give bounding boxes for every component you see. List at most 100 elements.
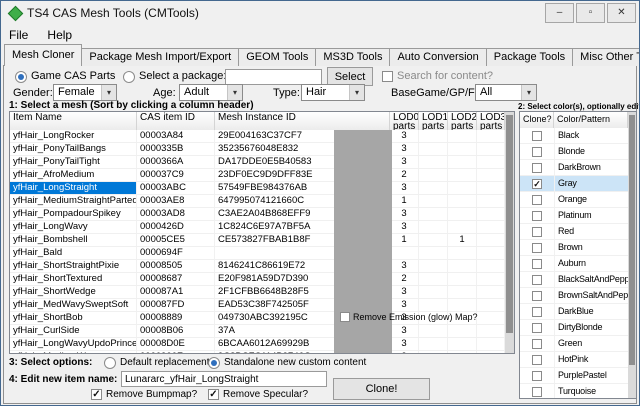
clone-checkbox[interactable] [532, 226, 542, 237]
table-row[interactable]: yfHair_PompadourSpikey 00003AD8 C3AE2A04B8… [10, 208, 505, 221]
mesh-cell [419, 208, 448, 220]
clone-checkbox[interactable] [532, 386, 542, 397]
color-row[interactable]: DarkBrown [520, 160, 628, 176]
remove-specular-checkbox[interactable] [208, 389, 219, 400]
clone-checkbox[interactable] [532, 290, 542, 301]
color-row[interactable]: Auburn [520, 256, 628, 272]
chevron-down-icon[interactable]: ▾ [349, 85, 364, 100]
close-button[interactable]: ✕ [607, 3, 636, 23]
scrollbar-thumb[interactable] [629, 115, 635, 365]
table-row[interactable]: yfHair_CurlSide 00008B06 37A 3 [10, 325, 505, 338]
remove-bumpmap-checkbox[interactable] [91, 389, 102, 400]
default-replacement-radio[interactable] [104, 357, 116, 369]
table-row[interactable]: yfHair_Bombshell 00005CE5 CE573827FBAB1B8F… [10, 234, 505, 247]
color-row[interactable]: PurplePastel [520, 368, 628, 384]
color-name: DirtyBlonde [554, 320, 628, 335]
table-row[interactable]: yfHair_Bald 0000694F [10, 247, 505, 260]
column-header-cas-item-id[interactable]: CAS item ID [137, 112, 215, 130]
table-row[interactable]: yfHair_PonyTailBangs 0000335B 35235676048E… [10, 143, 505, 156]
scrollbar-thumb[interactable] [506, 115, 513, 333]
mesh-cell: 00008889 [137, 312, 215, 324]
maximize-button[interactable]: ▫ [576, 3, 605, 23]
clone-checkbox[interactable] [532, 242, 542, 253]
clone-checkbox[interactable] [532, 306, 542, 317]
menu-help[interactable]: Help [39, 25, 80, 45]
column-header-lod2-parts[interactable]: LOD2 parts [448, 112, 477, 130]
table-row[interactable]: yfHair_LongStraight 00003ABC 57549FBE98437… [10, 182, 505, 195]
mesh-table[interactable]: Item Name CAS item ID Mesh Instance ID LOD0… [9, 111, 515, 354]
type-select[interactable]: Hair ▾ [301, 84, 365, 101]
pack-select[interactable]: All ▾ [475, 84, 537, 101]
clone-checkbox[interactable] [532, 146, 542, 157]
minimize-button[interactable]: – [545, 3, 574, 23]
color-row[interactable]: Orange [520, 192, 628, 208]
menu-file[interactable]: File [1, 25, 36, 45]
tab-auto-conversion[interactable]: Auto Conversion [389, 48, 487, 66]
clone-checkbox[interactable] [532, 274, 542, 285]
clone-checkbox[interactable] [532, 258, 542, 269]
vertical-scrollbar[interactable] [628, 112, 636, 398]
table-row[interactable]: yfHair_ShortStraightPixie 00008505 8146241… [10, 260, 505, 273]
color-row[interactable]: Platinum [520, 208, 628, 224]
color-row[interactable]: Green [520, 336, 628, 352]
clone-checkbox[interactable] [532, 354, 542, 365]
table-row[interactable]: yfHair_MediumStraightParted 00003AE8 64799… [10, 195, 505, 208]
color-row[interactable]: HotPink [520, 352, 628, 368]
clone-checkbox[interactable] [532, 194, 542, 205]
tab-geom-tools[interactable]: GEOM Tools [238, 48, 317, 66]
age-select[interactable]: Adult ▾ [179, 84, 243, 101]
table-row[interactable]: yfHair_PonyTailTight 0000366A DA17DDE0E5B4… [10, 156, 505, 169]
chevron-down-icon[interactable]: ▾ [521, 85, 536, 100]
table-row[interactable]: yfHair_LongWavyUpdoPrincess 00008D0E 6BCAA… [10, 338, 505, 351]
gender-select[interactable]: Female ▾ [53, 84, 117, 101]
color-row[interactable]: Blonde [520, 144, 628, 160]
color-row[interactable]: Turquoise [520, 384, 628, 398]
color-table[interactable]: Clone? Color/Pattern Black Blonde DarkBrown… [519, 111, 637, 399]
color-row[interactable]: DirtyBlonde [520, 320, 628, 336]
column-header-item-name[interactable]: Item Name [10, 112, 137, 130]
tab-mesh-cloner[interactable]: Mesh Cloner [4, 44, 83, 66]
clone-checkbox[interactable] [532, 322, 542, 333]
table-row[interactable]: yfHair_LongWavy 0000426D 1C824C6E97A7BF5A 3 [10, 221, 505, 234]
tab-package-mesh-import-export[interactable]: Package Mesh Import/Export [81, 48, 240, 66]
column-header-clone[interactable]: Clone? [520, 112, 554, 128]
color-row[interactable]: BrownSaltAndPepper [520, 288, 628, 304]
chevron-down-icon[interactable]: ▾ [101, 85, 116, 100]
column-header-lod0-parts[interactable]: LOD0 parts [390, 112, 419, 130]
column-header-lod1-parts[interactable]: LOD1 parts [419, 112, 448, 130]
select-package-radio[interactable] [123, 71, 135, 83]
table-row[interactable]: yfHair_AfroMedium 000037C9 23DF0EC9D9DFF83… [10, 169, 505, 182]
tab-misc-other-tools[interactable]: Misc Other Tools [572, 48, 639, 66]
clone-checkbox[interactable] [532, 178, 542, 189]
clone-checkbox[interactable] [532, 370, 542, 381]
vertical-scrollbar[interactable] [505, 112, 514, 353]
table-row[interactable]: yfHair_LongRocker 00003A84 29E004163C37CF7… [10, 130, 505, 143]
clone-button[interactable]: Clone! [333, 378, 430, 400]
new-item-name-input[interactable] [121, 371, 327, 387]
clone-checkbox[interactable] [532, 130, 542, 141]
table-row[interactable]: yfHair_ShortTextured 00008687 E20F981A59D7… [10, 273, 505, 286]
package-path-input[interactable] [225, 69, 322, 85]
clone-checkbox[interactable] [532, 162, 542, 173]
tab-package-tools[interactable]: Package Tools [485, 48, 574, 66]
color-row[interactable]: BlackSaltAndPepper [520, 272, 628, 288]
table-row[interactable]: yfHair_ShortWedge 000087A1 2F1CFBB6648B28F… [10, 286, 505, 299]
column-header-lod3-parts[interactable]: LOD3 parts [477, 112, 505, 130]
color-row[interactable]: Black [520, 128, 628, 144]
table-row[interactable]: yfHair_MediumWavy0000900F9C8BCFC114B9746… [10, 351, 505, 353]
clone-checkbox[interactable] [532, 338, 542, 349]
color-row[interactable]: Brown [520, 240, 628, 256]
color-row[interactable]: DarkBlue [520, 304, 628, 320]
game-cas-parts-radio[interactable] [15, 71, 27, 83]
titlebar[interactable]: TS4 CAS Mesh Tools (CMTools) – ▫ ✕ [1, 1, 639, 25]
tab-ms3d-tools[interactable]: MS3D Tools [315, 48, 391, 66]
column-header-mesh-instance-id[interactable]: Mesh Instance ID [215, 112, 390, 130]
color-row[interactable]: Gray [520, 176, 628, 192]
clone-checkbox[interactable] [532, 210, 542, 221]
color-row[interactable]: Red [520, 224, 628, 240]
search-content-checkbox[interactable] [382, 71, 393, 82]
remove-emission-checkbox[interactable] [340, 312, 350, 322]
chevron-down-icon[interactable]: ▾ [227, 85, 242, 100]
standalone-radio[interactable] [208, 357, 220, 369]
column-header-color-pattern[interactable]: Color/Pattern [554, 112, 628, 128]
